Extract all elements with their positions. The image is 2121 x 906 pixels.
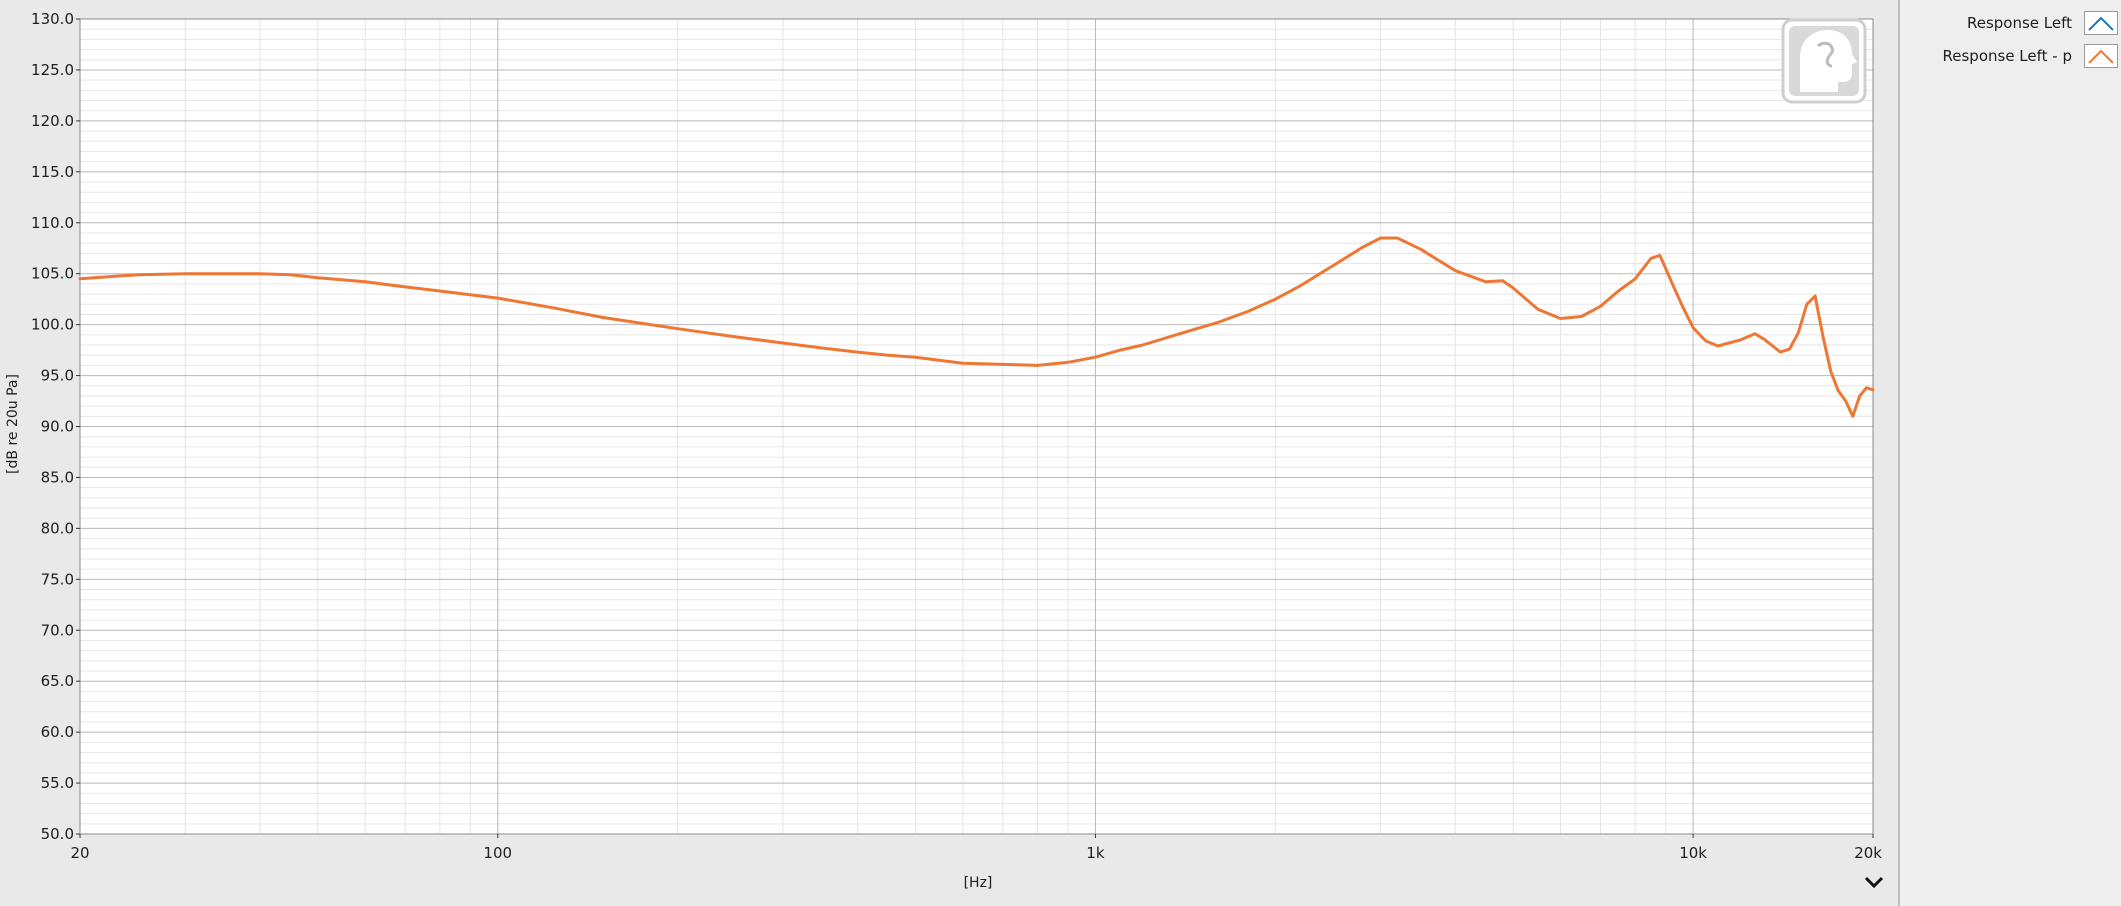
legend-label: Response Left - p — [1942, 47, 2073, 65]
line-style-swatch[interactable] — [2084, 11, 2118, 35]
y-tick-label: 105.0 — [31, 265, 74, 283]
y-tick-label: 60.0 — [41, 723, 74, 741]
y-tick-label: 125.0 — [31, 61, 74, 79]
y-tick-label: 95.0 — [41, 367, 74, 385]
legend-panel: Response Left Response Left - p — [1898, 0, 2121, 906]
analyzer-window: 50.0 55.0 60.0 65.0 70.0 75.0 80.0 85.0 90.0 95.0… — [0, 0, 2121, 906]
y-tick-label: 115.0 — [31, 163, 74, 181]
y-tick-label: 110.0 — [31, 214, 74, 232]
expand-button[interactable] — [1861, 870, 1887, 894]
y-tick-label: 90.0 — [41, 418, 74, 436]
x-tick-label: 1k — [1086, 844, 1105, 862]
head-profile-icon — [1781, 18, 1867, 104]
x-tick-label: 10k — [1679, 844, 1707, 862]
line-style-icon — [2088, 49, 2114, 64]
legend-item-response-left[interactable]: Response Left — [1904, 8, 2118, 38]
y-tick-label: 130.0 — [31, 10, 74, 28]
line-style-icon — [2088, 16, 2114, 31]
y-tick-label: 55.0 — [41, 774, 74, 792]
x-tick-label: 20 — [70, 844, 89, 862]
grid — [79, 18, 1874, 835]
y-tick-label: 65.0 — [41, 672, 74, 690]
chevron-down-icon — [1864, 876, 1884, 889]
x-tick-label: 20k — [1854, 844, 1882, 862]
line-style-swatch[interactable] — [2084, 44, 2118, 68]
y-tick-label: 100.0 — [31, 316, 74, 334]
y-tick-label: 85.0 — [41, 468, 74, 486]
y-tick-label: 80.0 — [41, 519, 74, 537]
y-tick-label: 75.0 — [41, 570, 74, 588]
legend-item-response-left-p[interactable]: Response Left - p — [1904, 41, 2118, 71]
graph-panel: 50.0 55.0 60.0 65.0 70.0 75.0 80.0 85.0 90.0 95.0… — [0, 0, 1898, 906]
y-tick-label: 70.0 — [41, 621, 74, 639]
y-axis-label: [dB re 20u Pa] — [5, 374, 21, 474]
legend-label: Response Left — [1966, 14, 2072, 32]
x-tick-label: 100 — [483, 844, 512, 862]
y-tick-label: 50.0 — [41, 825, 74, 843]
x-axis-label: [Hz] — [964, 875, 993, 891]
frequency-response-chart: 50.0 55.0 60.0 65.0 70.0 75.0 80.0 85.0 90.0 95.0… — [5, 10, 1882, 891]
y-tick-label: 120.0 — [31, 112, 74, 130]
